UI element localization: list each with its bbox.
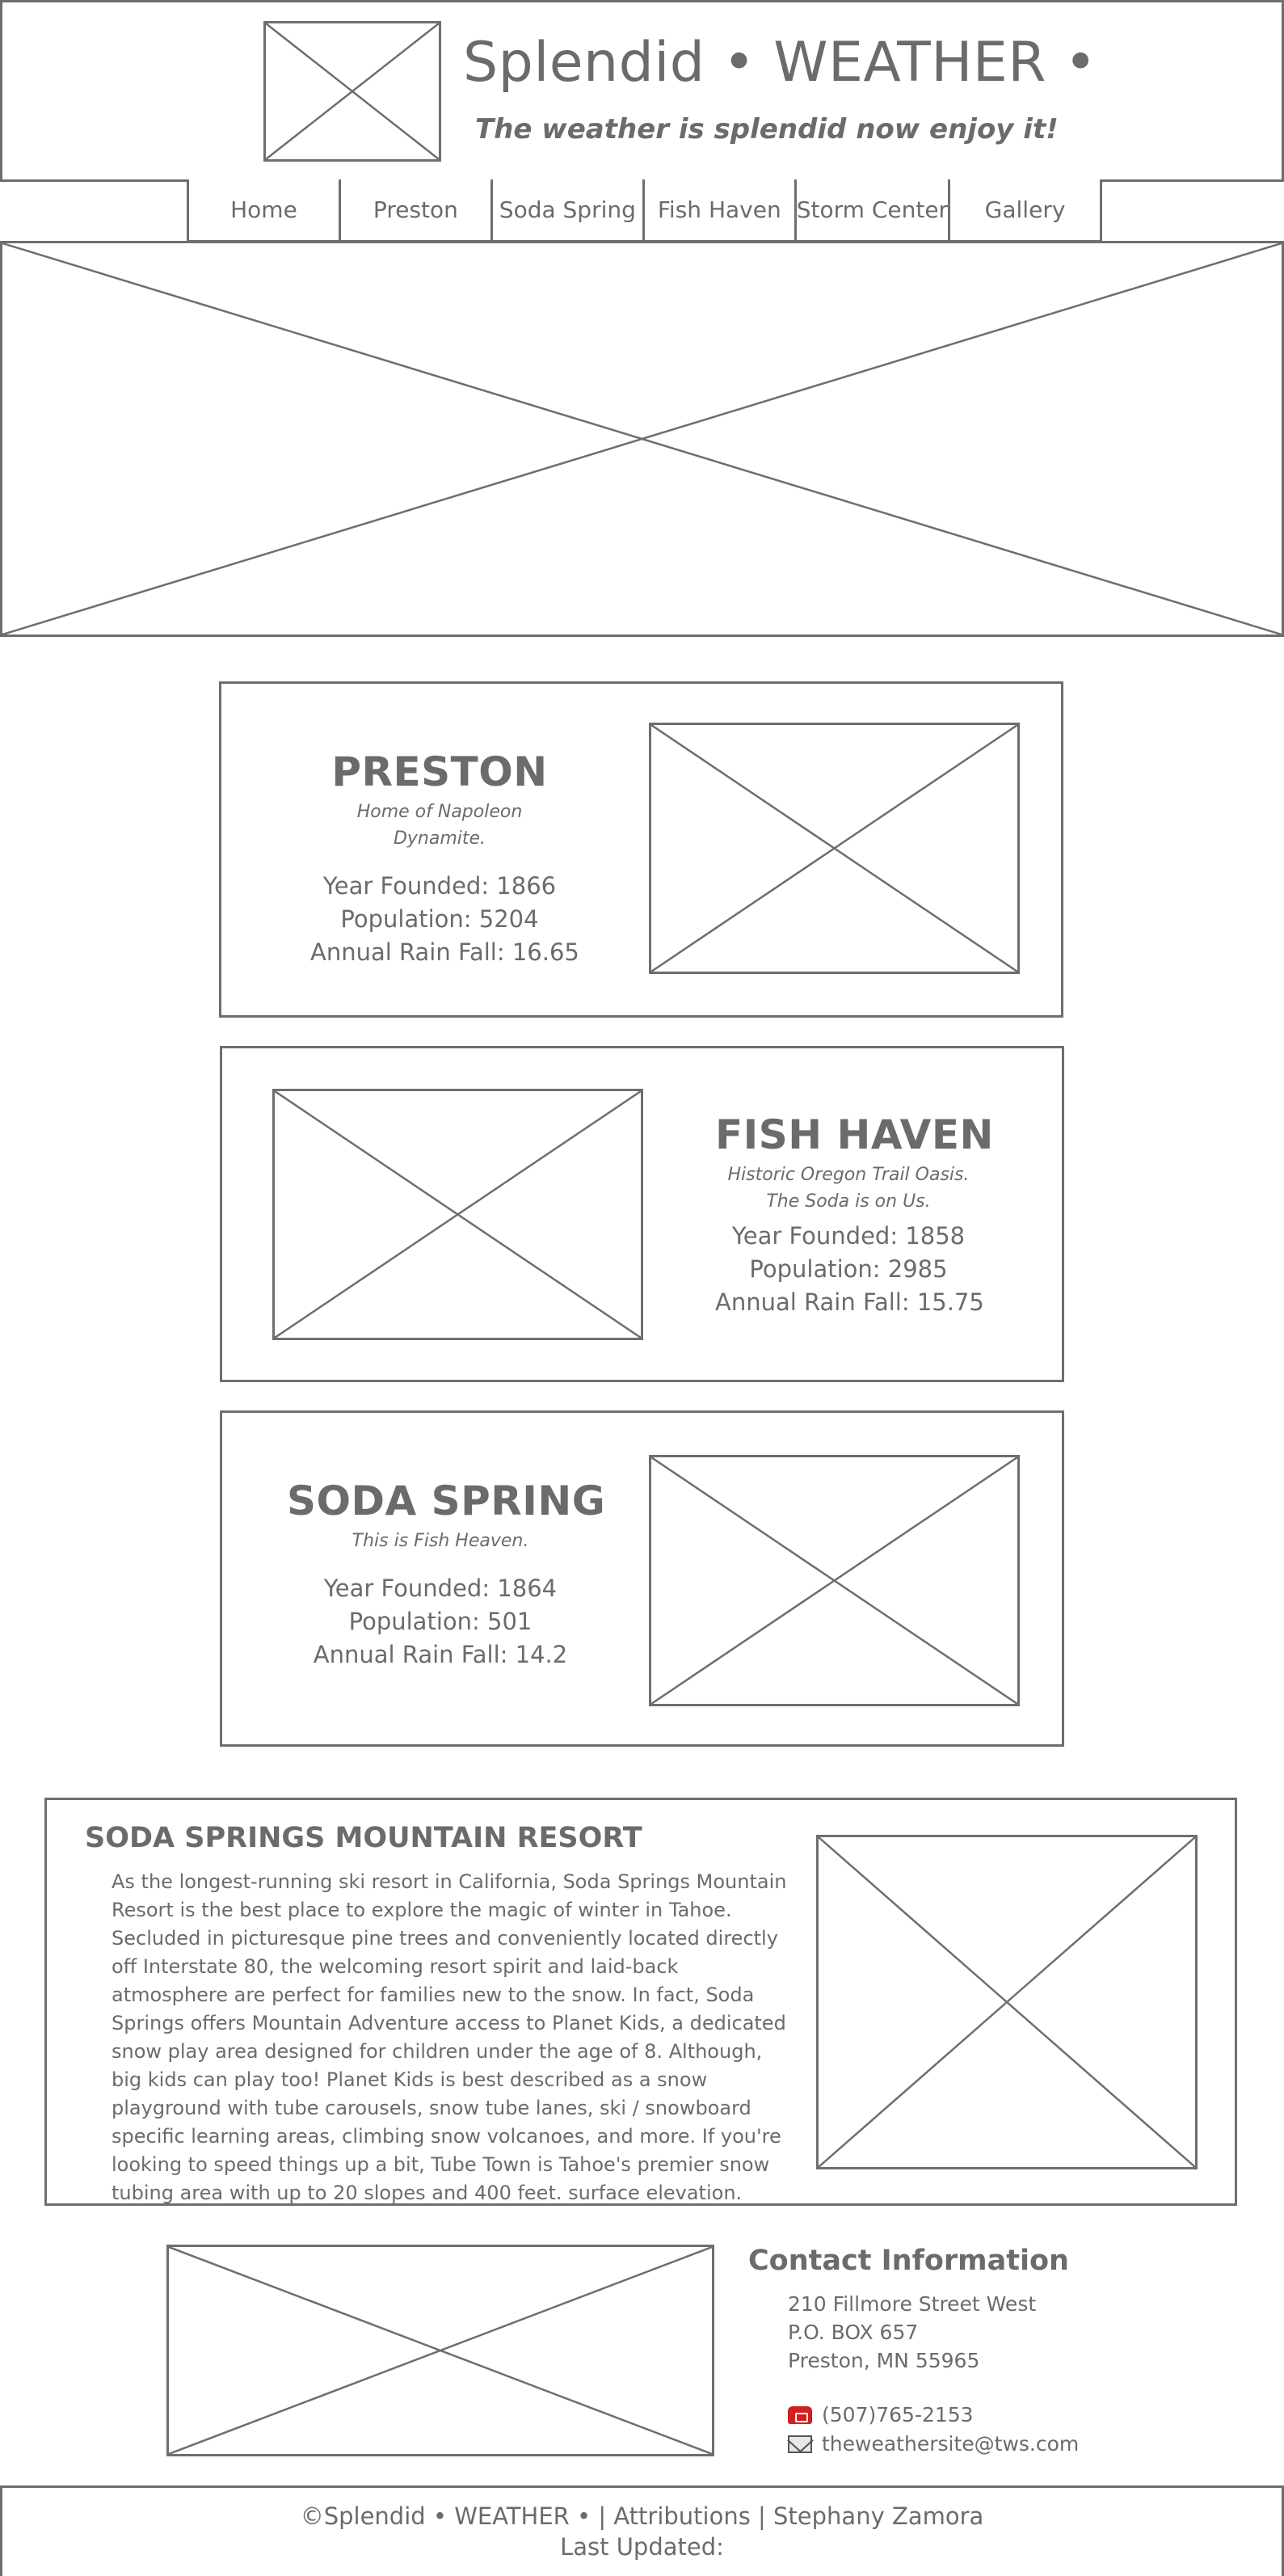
contact-address: 210 Fillmore Street West P.O. BOX 657 Pr… xyxy=(788,2290,1036,2375)
nav-item-fish-haven[interactable]: Fish Haven xyxy=(645,179,797,240)
nav-item-gallery[interactable]: Gallery xyxy=(950,179,1100,240)
town-founded: Year Founded: 1858 xyxy=(731,1222,966,1250)
logo-image-placeholder[interactable] xyxy=(263,21,441,162)
nav-item-soda-spring[interactable]: Soda Spring xyxy=(493,179,645,240)
nav-item-preston[interactable]: Preston xyxy=(341,179,493,240)
town-stats: Year Founded: 1866 Population: 5204 Annu… xyxy=(310,870,579,969)
town-image-placeholder xyxy=(649,1455,1020,1706)
town-rainfall: Annual Rain Fall: 15.75 xyxy=(715,1288,984,1316)
town-motto-line1: Historic Oregon Trail Oasis. xyxy=(727,1165,970,1185)
address-line: Preston, MN 55965 xyxy=(788,2349,980,2372)
mail-icon xyxy=(788,2435,812,2453)
town-founded: Year Founded: 1864 xyxy=(323,1575,558,1602)
resort-title: SODA SPRINGS MOUNTAIN RESORT xyxy=(85,1822,642,1854)
footer-copyright: ©Splendid • WEATHER • | Attributions | S… xyxy=(300,2502,984,2530)
town-info-soda-spring: SODA SPRING This is Fish Heaven. Year Fo… xyxy=(287,1478,606,1672)
town-population: Population: 5204 xyxy=(340,905,539,933)
email-address[interactable]: theweathersite@tws.com xyxy=(822,2432,1079,2456)
town-rainfall: Annual Rain Fall: 16.65 xyxy=(310,938,579,966)
town-name: SODA SPRING xyxy=(287,1478,606,1524)
resort-image-placeholder xyxy=(816,1835,1198,2169)
town-motto: Historic Oregon Trail Oasis. The Soda is… xyxy=(715,1162,982,1215)
nav-item-storm-center[interactable]: Storm Center xyxy=(797,179,951,240)
contact-title: Contact Information xyxy=(748,2245,1069,2277)
town-stats: Year Founded: 1858 Population: 2985 Annu… xyxy=(715,1220,984,1319)
address-line: P.O. BOX 657 xyxy=(788,2321,919,2344)
contact-image-placeholder xyxy=(166,2245,714,2456)
town-card-soda-spring: SODA SPRING This is Fish Heaven. Year Fo… xyxy=(220,1410,1064,1747)
contact-email[interactable]: theweathersite@tws.com xyxy=(788,2432,1079,2456)
address-line: 210 Fillmore Street West xyxy=(788,2292,1037,2316)
town-motto: This is Fish Heaven. xyxy=(352,1531,529,1551)
main-nav: Home Preston Soda Spring Fish Haven Stor… xyxy=(187,179,1102,242)
site-tagline: The weather is splendid now enjoy it! xyxy=(475,113,1059,145)
site-footer: ©Splendid • WEATHER • | Attributions | S… xyxy=(0,2485,1284,2576)
resort-section: SODA SPRINGS MOUNTAIN RESORT As the long… xyxy=(44,1798,1237,2206)
town-card-fish-haven: FISH HAVEN Historic Oregon Trail Oasis. … xyxy=(220,1046,1064,1382)
town-population: Population: 501 xyxy=(348,1608,533,1635)
town-population: Population: 2985 xyxy=(749,1255,948,1283)
town-name: PRESTON xyxy=(331,748,548,795)
town-card-preston: PRESTON Home of Napoleon Dynamite. Year … xyxy=(219,681,1063,1018)
site-title: Splendid • WEATHER • xyxy=(463,31,1097,95)
town-image-placeholder xyxy=(272,1089,643,1340)
town-name: FISH HAVEN xyxy=(715,1111,994,1158)
town-motto-line2: The Soda is on Us. xyxy=(766,1191,931,1212)
resort-description: As the longest-running ski resort in Cal… xyxy=(112,1870,787,2204)
town-rainfall: Annual Rain Fall: 14.2 xyxy=(313,1641,568,1668)
town-founded: Year Founded: 1866 xyxy=(322,872,557,900)
phone-icon xyxy=(788,2405,812,2424)
town-info-fish-haven: FISH HAVEN Historic Oregon Trail Oasis. … xyxy=(715,1111,994,1319)
footer-last-updated: Last Updated: xyxy=(560,2533,724,2561)
hero-image-placeholder xyxy=(0,241,1284,637)
town-image-placeholder xyxy=(649,723,1020,974)
nav-item-home[interactable]: Home xyxy=(189,179,341,240)
town-info-preston: PRESTON Home of Napoleon Dynamite. Year … xyxy=(310,748,579,969)
phone-number[interactable]: (507)765-2153 xyxy=(822,2403,974,2426)
contact-phone[interactable]: (507)765-2153 xyxy=(788,2403,974,2426)
town-motto: Home of Napoleon Dynamite. xyxy=(356,802,523,849)
town-stats: Year Founded: 1864 Population: 501 Annua… xyxy=(287,1572,594,1672)
